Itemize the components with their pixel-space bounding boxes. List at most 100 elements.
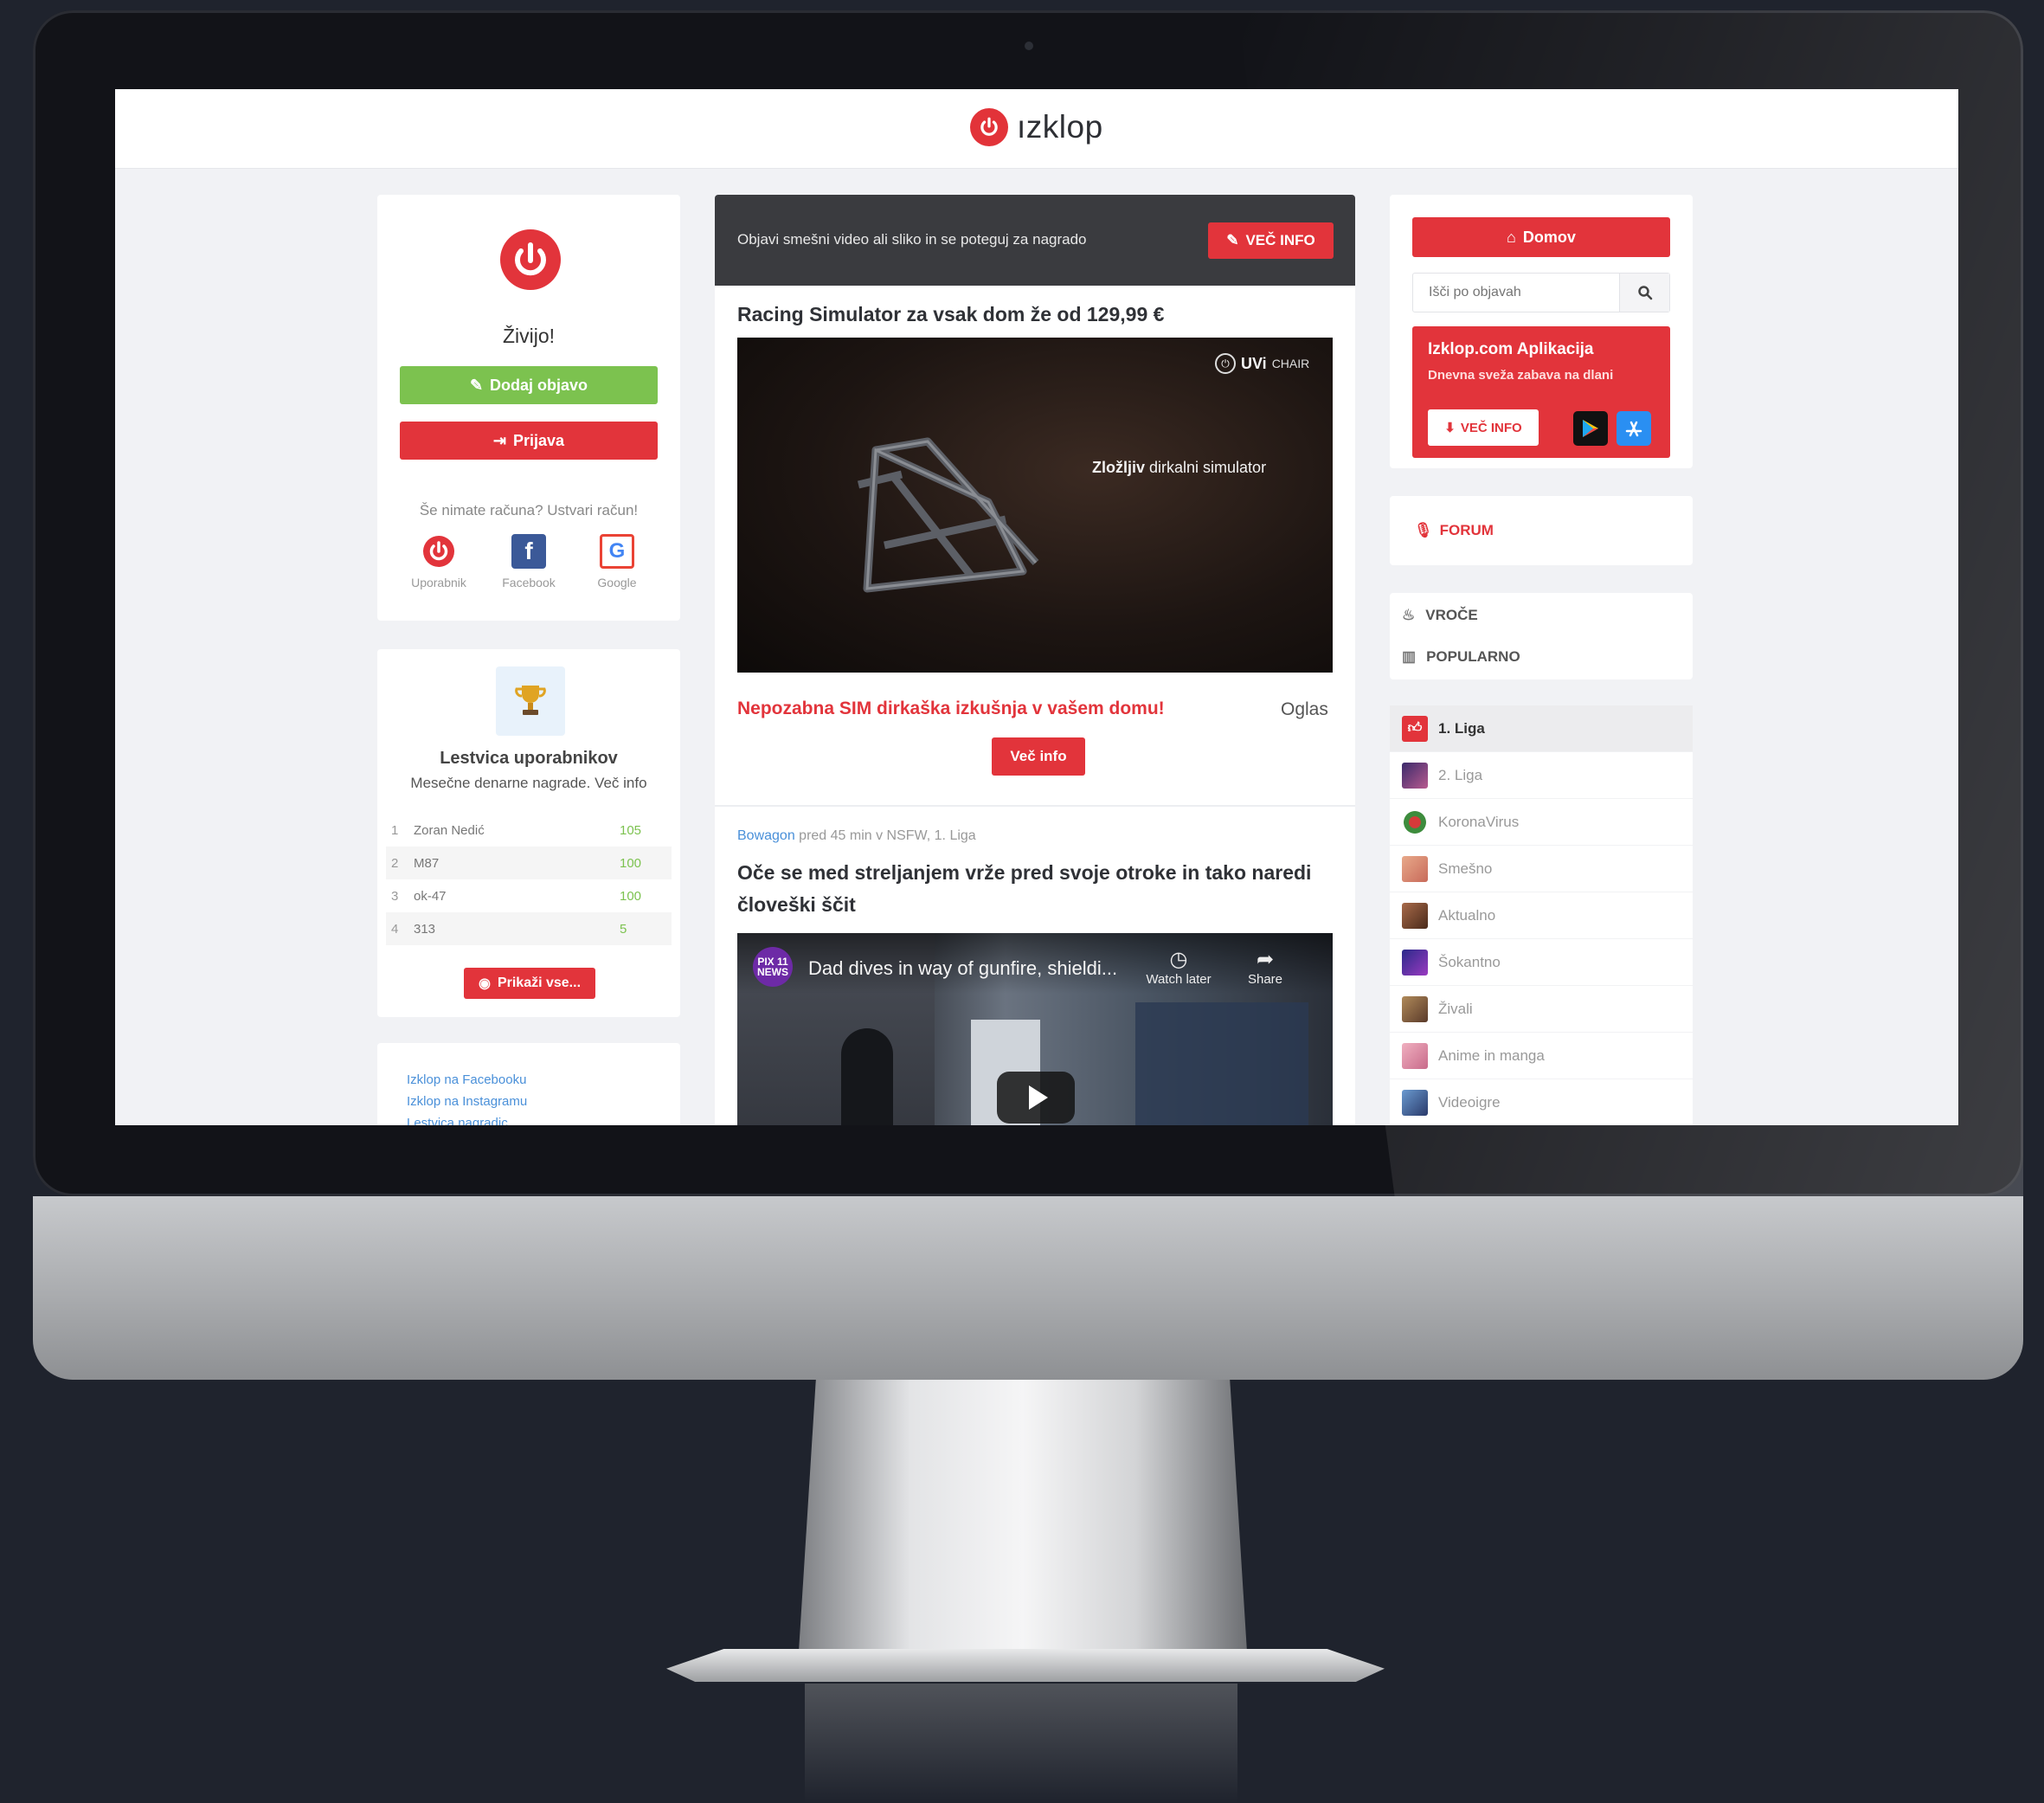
edit-icon: ✎ xyxy=(469,376,484,394)
screen: ızklop Živijo! ✎ Dodaj objavo ⇥ Prijava … xyxy=(115,89,1958,1125)
category-thumbnail xyxy=(1402,995,1428,1022)
link-rewards[interactable]: Lestvica nagradic xyxy=(407,1112,651,1125)
table-row[interactable]: 3 ok-47 100 xyxy=(386,879,672,912)
post-title[interactable]: Oče se med streljanjem vrže pred svoje o… xyxy=(737,857,1334,921)
category-thumbnail xyxy=(1402,855,1428,882)
post-meta: Bowagon pred 45 min v NSFW, 1. Liga xyxy=(737,828,976,844)
category-thumbnail xyxy=(1402,762,1428,789)
show-all-button[interactable]: ◉ Prikaži vse... xyxy=(464,968,595,999)
category-label: Šokantno xyxy=(1438,953,1501,970)
category-anime[interactable]: Anime in manga xyxy=(1390,1033,1693,1079)
category-label: 1. Liga xyxy=(1438,719,1485,737)
social-login-google[interactable]: G Google xyxy=(578,534,656,589)
sort-hot[interactable]: ♨ VROČE xyxy=(1402,595,1679,636)
leaderboard-table: 1 Zoran Nedić 105 2 M87 100 3 ok-47 100 … xyxy=(377,814,680,945)
bar-chart-icon: ▥ xyxy=(1402,648,1417,665)
logo-text: ızklop xyxy=(1017,109,1103,145)
points: 105 xyxy=(620,822,642,838)
category-koronavirus[interactable]: KoronaVirus xyxy=(1390,799,1693,846)
social-label: Uporabnik xyxy=(411,576,466,589)
table-row[interactable]: 1 Zoran Nedić 105 xyxy=(386,814,672,847)
virus-icon xyxy=(1402,808,1428,835)
category-label: Smešno xyxy=(1438,860,1493,877)
brand-name: UVi xyxy=(1241,354,1267,372)
category-videoigre[interactable]: Videoigre xyxy=(1390,1079,1693,1125)
category-label: Živali xyxy=(1438,1000,1473,1017)
play-icon xyxy=(1029,1085,1048,1110)
watch-later-button[interactable]: ◷ Watch later xyxy=(1140,947,1218,987)
simulator-illustration xyxy=(807,424,1066,619)
app-more-info-button[interactable]: ⬇ VEČ INFO xyxy=(1428,409,1539,446)
share-icon: ➦ xyxy=(1256,948,1275,971)
category-sokantno[interactable]: Šokantno xyxy=(1390,939,1693,986)
links-card: Izklop na Facebooku Izklop na Instagramu… xyxy=(377,1043,680,1125)
video-player[interactable]: PIX 11 NEWS Dad dives in way of gunfire,… xyxy=(737,933,1333,1125)
sort-label: VROČE xyxy=(1425,607,1478,623)
add-post-button[interactable]: ✎ Dodaj objavo xyxy=(400,366,658,404)
social-login-user[interactable]: Uporabnik xyxy=(400,534,478,589)
trophy-icon xyxy=(496,666,565,736)
category-thumbnail xyxy=(1402,1089,1428,1116)
category-1-liga[interactable]: 👍︎ 1. Liga xyxy=(1390,705,1693,752)
login-button[interactable]: ⇥ Prijava xyxy=(400,422,658,460)
category-aktualno[interactable]: Aktualno xyxy=(1390,892,1693,939)
category-label: Aktualno xyxy=(1438,906,1496,924)
monitor-stand xyxy=(798,1380,1248,1665)
link-instagram[interactable]: Izklop na Instagramu xyxy=(407,1091,651,1112)
leaderboard-subtitle[interactable]: Mesečne denarne nagrade. Več info xyxy=(377,775,680,792)
feed: Racing Simulator za vsak dom že od 129,9… xyxy=(715,286,1355,1125)
stand-reflection xyxy=(805,1684,1237,1803)
table-row[interactable]: 4 313 5 xyxy=(386,912,672,945)
category-zivali[interactable]: Živali xyxy=(1390,986,1693,1033)
channel-avatar[interactable]: PIX 11 NEWS xyxy=(753,947,793,987)
category-2-liga[interactable]: 2. Liga xyxy=(1390,752,1693,799)
ad-label: Oglas xyxy=(1281,699,1328,719)
rank: 4 xyxy=(391,921,399,937)
site-logo[interactable]: ızklop xyxy=(970,108,1103,146)
link-facebook[interactable]: Izklop na Facebooku xyxy=(407,1069,651,1091)
post-time-category: pred 45 min v NSFW, 1. Liga xyxy=(794,828,976,843)
post-author[interactable]: Bowagon xyxy=(737,828,795,843)
ad-more-info-button[interactable]: Več info xyxy=(992,737,1085,776)
video-car xyxy=(1135,1002,1308,1125)
points: 100 xyxy=(620,855,642,871)
category-thumbnail xyxy=(1402,949,1428,976)
social-login-facebook[interactable]: f Facebook xyxy=(490,534,568,589)
app-button-label: VEČ INFO xyxy=(1460,420,1522,435)
forum-card: 🎙︎ FORUM xyxy=(1390,496,1693,565)
ad-headline-link[interactable]: Nepozabna SIM dirkaška izkušnja v vašem … xyxy=(737,699,1165,719)
table-row[interactable]: 2 M87 100 xyxy=(386,847,672,879)
home-button[interactable]: ⌂ Domov xyxy=(1412,217,1670,257)
category-label: 2. Liga xyxy=(1438,766,1483,783)
add-post-label: Dodaj objavo xyxy=(490,376,588,394)
show-all-label: Prikaži vse... xyxy=(497,976,582,990)
power-icon xyxy=(421,534,456,569)
register-prompt[interactable]: Še nimate računa? Ustvari račun! xyxy=(377,502,680,519)
share-label: Share xyxy=(1247,972,1283,987)
category-smesno[interactable]: Smešno xyxy=(1390,846,1693,892)
forum-link[interactable]: 🎙︎ FORUM xyxy=(1414,522,1494,539)
sort-label: POPULARNO xyxy=(1426,648,1520,665)
ad-image[interactable]: ⏻ UVi CHAIR Zložljiv dirkalni simulator xyxy=(737,338,1333,673)
share-button[interactable]: ➦ Share xyxy=(1226,947,1304,987)
home-icon: ⌂ xyxy=(1507,228,1516,246)
rank: 3 xyxy=(391,888,399,904)
search-button[interactable] xyxy=(1619,274,1669,312)
play-button[interactable] xyxy=(997,1072,1075,1124)
promo-button-label: VEČ INFO xyxy=(1245,232,1315,248)
google-play-button[interactable] xyxy=(1573,411,1608,446)
sort-card: ♨ VROČE ▥ POPULARNO xyxy=(1390,593,1693,679)
app-store-button[interactable] xyxy=(1617,411,1651,446)
category-label: Anime in manga xyxy=(1438,1046,1545,1064)
username: Zoran Nedić xyxy=(414,822,485,838)
home-label: Domov xyxy=(1522,228,1576,246)
caption-bold: Zložljiv xyxy=(1092,459,1146,476)
ad-title[interactable]: Racing Simulator za vsak dom že od 129,9… xyxy=(737,303,1164,326)
facebook-icon: f xyxy=(511,534,546,569)
sort-popular[interactable]: ▥ POPULARNO xyxy=(1402,636,1679,678)
search-input[interactable] xyxy=(1413,274,1619,312)
promo-more-info-button[interactable]: ✎ VEČ INFO xyxy=(1208,222,1334,259)
google-play-icon xyxy=(1583,420,1598,437)
video-title[interactable]: Dad dives in way of gunfire, shieldi... xyxy=(808,957,1117,980)
sign-in-icon: ⇥ xyxy=(492,431,507,449)
